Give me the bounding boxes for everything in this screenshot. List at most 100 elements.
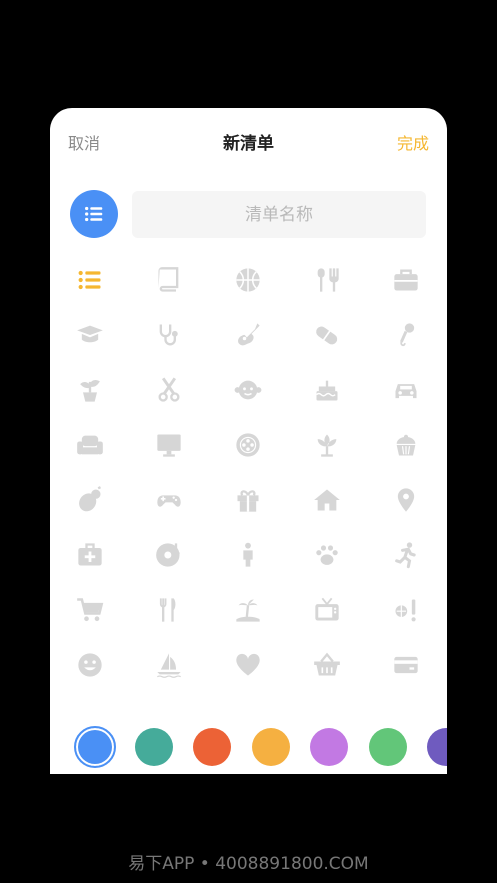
home-icon xyxy=(314,489,340,510)
icon-option-home[interactable] xyxy=(297,472,357,527)
cake-icon xyxy=(316,380,338,400)
icon-option-guitar[interactable] xyxy=(218,307,278,362)
icon-option-list[interactable] xyxy=(60,252,120,307)
icon-grid xyxy=(50,252,447,692)
sailboat-icon xyxy=(157,652,181,678)
car-icon xyxy=(395,383,417,398)
icon-option-graduation-cap[interactable] xyxy=(60,307,120,362)
music-disc-icon xyxy=(156,542,180,567)
pill-icon xyxy=(316,326,338,344)
icon-option-first-aid-kit[interactable] xyxy=(60,527,120,582)
island-icon xyxy=(236,599,260,622)
fork-knife-icon xyxy=(159,597,176,622)
ball-exclamation-icon xyxy=(395,599,416,621)
icon-option-location-pin[interactable] xyxy=(376,472,436,527)
icon-row xyxy=(50,417,447,472)
icon-option-running-man[interactable] xyxy=(376,527,436,582)
icon-option-cake[interactable] xyxy=(297,362,357,417)
color-swatch[interactable] xyxy=(427,728,447,766)
gift-icon xyxy=(237,489,259,512)
icon-option-basketball[interactable] xyxy=(218,252,278,307)
icon-option-lotus[interactable] xyxy=(297,417,357,472)
icon-option-ball-exclamation[interactable] xyxy=(376,582,436,637)
done-button[interactable]: 完成 xyxy=(397,130,429,154)
microphone-icon xyxy=(400,322,415,346)
graduation-cap-icon xyxy=(77,325,103,342)
shopping-cart-icon xyxy=(77,597,104,621)
list-name-input[interactable] xyxy=(132,191,426,238)
icon-option-pill[interactable] xyxy=(297,307,357,362)
icon-option-paw[interactable] xyxy=(297,527,357,582)
icon-option-gamepad[interactable] xyxy=(139,472,199,527)
sofa-icon xyxy=(77,435,103,454)
icon-row xyxy=(50,362,447,417)
stethoscope-icon xyxy=(159,324,178,345)
cutlery-icon xyxy=(317,267,339,292)
list-icon xyxy=(85,206,103,222)
icon-option-potted-plant[interactable] xyxy=(60,362,120,417)
icon-option-book[interactable] xyxy=(139,252,199,307)
location-pin-icon xyxy=(397,487,415,512)
icon-row xyxy=(50,527,447,582)
potted-plant-icon xyxy=(80,379,100,402)
color-swatch[interactable] xyxy=(193,728,231,766)
icon-option-baby-face[interactable] xyxy=(218,362,278,417)
icon-option-fork-knife[interactable] xyxy=(139,582,199,637)
icon-option-music-disc[interactable] xyxy=(139,527,199,582)
heart-icon xyxy=(236,653,260,675)
icon-option-film-reel[interactable] xyxy=(218,417,278,472)
icon-option-credit-card[interactable] xyxy=(376,637,436,692)
selected-list-icon[interactable] xyxy=(70,190,118,238)
icon-option-stethoscope[interactable] xyxy=(139,307,199,362)
icon-option-shopping-cart[interactable] xyxy=(60,582,120,637)
icon-option-island[interactable] xyxy=(218,582,278,637)
watermark-text: 易下APP • 4008891800.COM xyxy=(128,854,369,874)
color-swatch[interactable] xyxy=(134,728,173,766)
first-aid-kit-icon xyxy=(78,542,102,565)
color-swatch[interactable] xyxy=(251,728,290,766)
icon-row xyxy=(50,637,447,692)
icon-row xyxy=(50,252,447,307)
icon-option-smiley[interactable] xyxy=(60,637,120,692)
icon-option-gift[interactable] xyxy=(218,472,278,527)
icon-option-basket[interactable] xyxy=(297,637,357,692)
icon-option-person[interactable] xyxy=(218,527,278,582)
icon-option-tv[interactable] xyxy=(297,582,357,637)
list-icon xyxy=(78,270,101,289)
smiley-icon xyxy=(78,652,102,677)
icon-option-monitor[interactable] xyxy=(139,417,199,472)
icon-option-briefcase[interactable] xyxy=(376,252,436,307)
paw-icon xyxy=(316,544,338,565)
monitor-icon xyxy=(157,434,181,457)
icon-row xyxy=(50,307,447,362)
new-list-sheet: 取消 新清单 完成 xyxy=(50,108,447,774)
tv-icon xyxy=(315,597,339,620)
lotus-icon xyxy=(317,434,337,457)
basketball-icon xyxy=(236,267,260,292)
basket-icon xyxy=(314,652,340,675)
baby-face-icon xyxy=(234,380,262,399)
film-reel-icon xyxy=(236,432,260,457)
navigation-bar: 取消 新清单 完成 xyxy=(50,108,447,174)
color-swatch[interactable] xyxy=(74,726,116,768)
icon-option-cupcake[interactable] xyxy=(376,417,436,472)
color-picker xyxy=(50,725,447,769)
cupcake-icon xyxy=(396,434,416,455)
running-man-icon xyxy=(395,541,416,568)
color-swatch[interactable] xyxy=(310,728,348,766)
icon-option-heart[interactable] xyxy=(218,637,278,692)
page-title: 新清单 xyxy=(223,134,274,154)
icon-row xyxy=(50,472,447,527)
icon-option-microphone[interactable] xyxy=(376,307,436,362)
color-swatch[interactable] xyxy=(368,728,407,766)
icon-option-sofa[interactable] xyxy=(60,417,120,472)
icon-option-sailboat[interactable] xyxy=(139,637,199,692)
icon-option-vegetables[interactable] xyxy=(60,472,120,527)
icon-option-scissors[interactable] xyxy=(139,362,199,417)
icon-option-cutlery[interactable] xyxy=(297,252,357,307)
book-icon xyxy=(158,266,179,292)
icon-row xyxy=(50,582,447,637)
briefcase-icon xyxy=(394,269,418,290)
icon-option-car[interactable] xyxy=(376,362,436,417)
credit-card-icon xyxy=(394,656,418,673)
